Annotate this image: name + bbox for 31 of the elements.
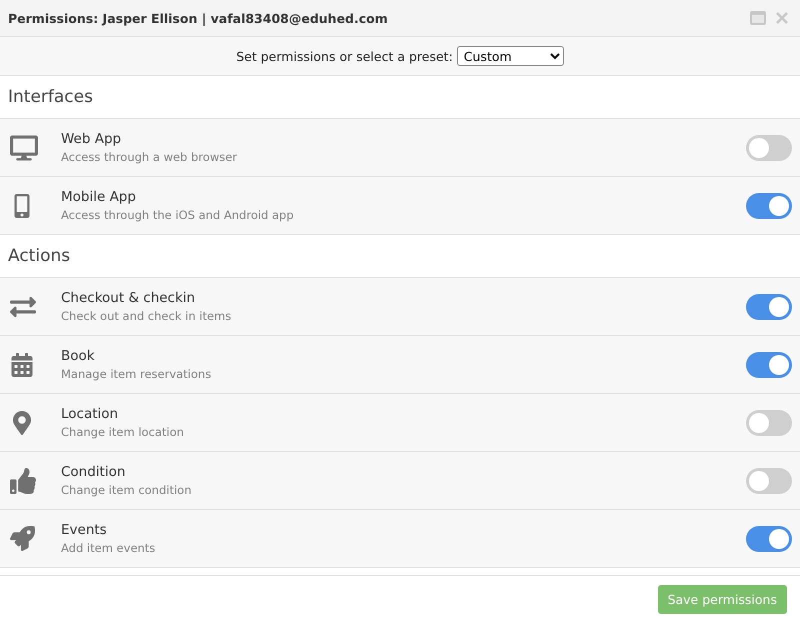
toggle-switch[interactable]: [746, 192, 792, 218]
permission-name: Condition: [61, 464, 126, 480]
window-title: Permissions: Jasper Ellison | vafal83408@eduhed.com: [8, 10, 388, 26]
close-icon[interactable]: [776, 12, 788, 24]
preset-select[interactable]: Custom: [456, 46, 564, 66]
permission-description: Access through a web browser: [61, 150, 238, 164]
permission-description: Add item events: [61, 541, 156, 555]
permission-description: Change item condition: [61, 483, 192, 497]
permission-description: Access through the iOS and Android app: [61, 208, 295, 222]
thumbs-up-icon: [10, 468, 36, 494]
permission-name: Book: [61, 348, 96, 364]
toggle-switch[interactable]: [746, 352, 792, 378]
toggle-switch[interactable]: [746, 526, 792, 552]
permission-name: Web App: [61, 131, 122, 147]
toggle-switch[interactable]: [746, 468, 792, 494]
permission-description: Change item location: [61, 425, 185, 439]
permission-description: Check out and check in items: [61, 309, 232, 323]
permission-name: Events: [61, 522, 108, 538]
toggle-switch[interactable]: [746, 410, 792, 436]
permission-name: Location: [61, 406, 120, 422]
rocket-icon: [10, 526, 35, 551]
toggle-switch[interactable]: [746, 294, 792, 320]
toggle-switch[interactable]: [746, 134, 792, 160]
permission-name: Mobile App: [61, 189, 137, 205]
calendar-icon: [10, 352, 34, 376]
maximize-icon[interactable]: [750, 11, 766, 25]
permission-description: Manage item reservations: [61, 367, 212, 381]
permission-name: Checkout & checkin: [61, 290, 196, 306]
map-pin-icon: [10, 410, 34, 434]
monitor-icon: [10, 134, 38, 162]
preset-label: Set permissions or select a preset:: [236, 48, 453, 64]
